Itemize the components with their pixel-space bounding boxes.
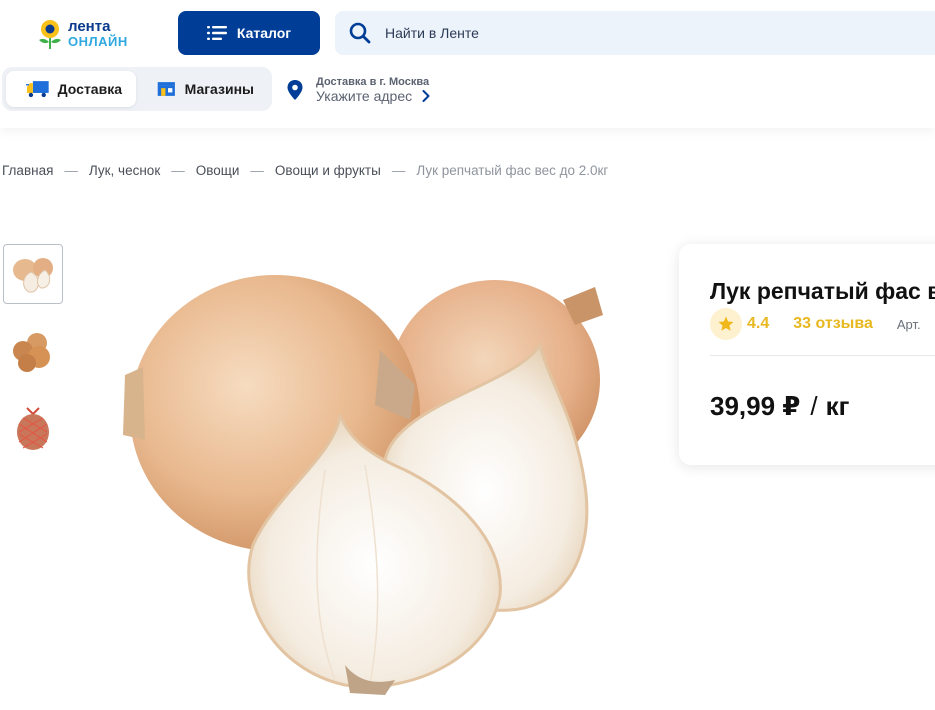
mode-stores-label: Магазины [184,81,254,97]
onion-halves-thumbnail [13,258,53,293]
product-main-image [123,275,603,695]
address-prompt: Укажите адрес [316,88,413,104]
rating-star-badge [710,308,742,340]
card-divider [710,355,935,356]
breadcrumb-item[interactable]: Главная [2,163,53,178]
sunflower-logo-icon [39,20,61,49]
breadcrumb-item[interactable]: Овощи и фрукты [275,163,381,178]
breadcrumb-item[interactable]: Овощи [196,163,240,178]
breadcrumb-current: Лук репчатый фас вес до 2.0кг [416,162,609,178]
product-title: Лук репчатый фас в [710,278,935,304]
breadcrumb-separator: — [171,162,185,178]
thumbnail-onion-net-bag[interactable] [3,398,63,458]
onion-net-bag-thumbnail [17,407,49,450]
search-input[interactable] [385,25,785,41]
star-icon [718,316,734,331]
mode-stores-button[interactable]: Магазины [138,71,268,107]
delivery-mode-switch: Доставка Магазины [2,67,272,111]
delivery-city: Доставка в г. Москва [316,76,430,88]
list-menu-icon [206,25,227,41]
breadcrumb-separator: — [64,162,78,178]
product-price: 39,99 ₽ / кг [710,391,849,422]
product-info-card: Лук репчатый фас в 4.4 33 отзыва Арт. 39… [679,244,935,465]
chevron-right-icon [422,90,430,102]
onion-bunch-thumbnail [13,333,50,372]
catalog-button-label: Каталог [236,25,292,41]
search-bar[interactable] [335,11,935,55]
breadcrumb-item[interactable]: Лук, чеснок [89,163,160,178]
article-label: Арт. [896,316,921,332]
site-header: лента ОНЛАЙН Каталог Найти в Ленте Доста… [0,0,935,128]
breadcrumb-separator: — [250,162,264,178]
mode-delivery-button[interactable]: Доставка [6,71,136,107]
mode-delivery-label: Доставка [57,81,122,97]
thumbnail-onion-bunch[interactable] [3,321,63,381]
price-value: 39,99 ₽ [710,391,801,421]
product-rating: 4.4 33 отзыва Арт. [710,308,921,340]
delivery-truck-icon [26,81,49,98]
thumbnail-onion-halves[interactable] [3,244,63,304]
price-separator: / [810,391,818,421]
delivery-address-selector[interactable]: Доставка в г. Москва Укажите адрес [286,72,430,108]
rating-value: 4.4 [747,315,770,332]
catalog-button[interactable]: Каталог [178,11,320,55]
reviews-link[interactable]: 33 отзыва [793,315,873,333]
location-pin-icon [287,80,303,100]
store-icon [157,82,175,96]
logo-line-2: ОНЛАЙН [68,34,128,49]
price-unit: кг [825,391,850,421]
search-icon[interactable] [349,22,371,44]
gallery-thumbnails [3,244,63,475]
logo[interactable]: лента ОНЛАЙН [36,16,146,52]
breadcrumb: Главная — Лук, чеснок — Овощи — Овощи и … [2,160,608,180]
logo-line-1: лента [68,18,111,35]
breadcrumb-separator: — [391,162,406,178]
